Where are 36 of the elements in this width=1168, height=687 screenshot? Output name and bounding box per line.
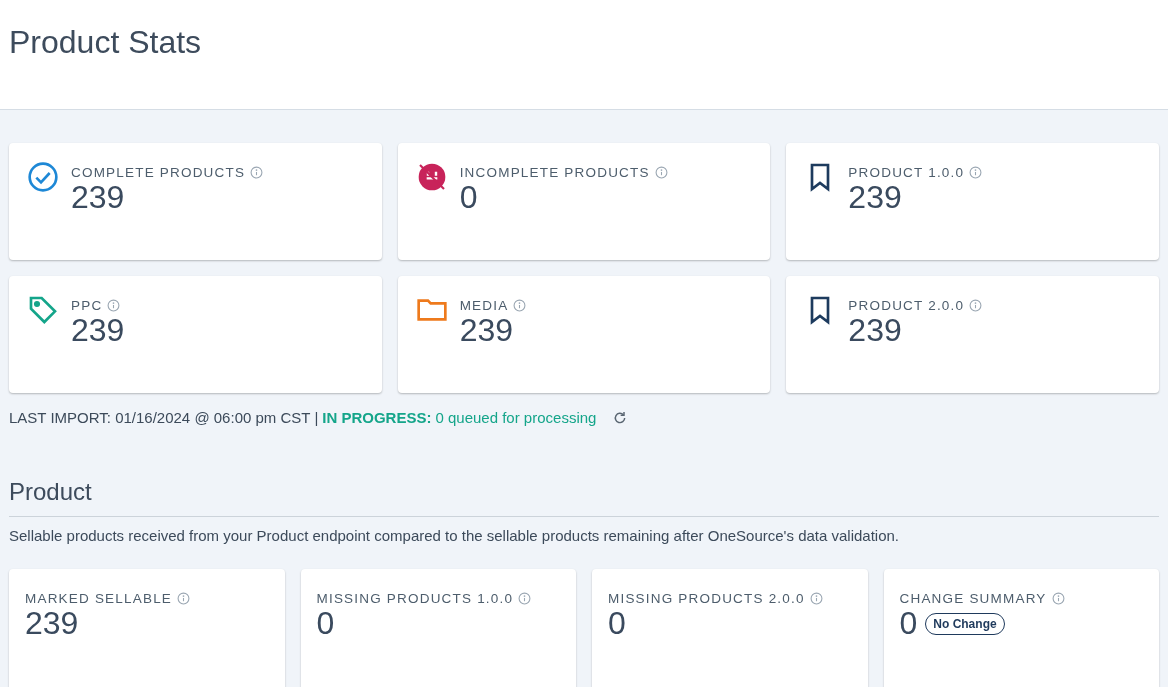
stat-value: 239 bbox=[848, 313, 903, 349]
summary-label: MARKED SELLABLE bbox=[25, 591, 173, 606]
page-title: Product Stats bbox=[9, 24, 202, 61]
info-icon[interactable] bbox=[969, 166, 983, 179]
info-icon[interactable] bbox=[1051, 592, 1065, 605]
summary-label: CHANGE SUMMARY bbox=[899, 591, 1047, 606]
summary-value: 239 bbox=[25, 606, 79, 642]
info-icon[interactable] bbox=[513, 299, 527, 312]
summary-label: MISSING PRODUCTS 2.0.0 bbox=[608, 591, 805, 606]
summary-label: MISSING PRODUCTS 1.0.0 bbox=[316, 591, 514, 606]
info-icon[interactable] bbox=[969, 299, 983, 312]
stat-label: PPC bbox=[71, 298, 103, 313]
section-description: Sellable products received from your Product endpoint compared to the sellable products remaining after OneSource's data validation. bbox=[9, 527, 901, 544]
info-icon[interactable] bbox=[654, 166, 668, 179]
info-icon[interactable] bbox=[809, 592, 823, 605]
stat-value: 239 bbox=[848, 180, 903, 216]
info-icon[interactable] bbox=[518, 592, 532, 605]
stat-value: 239 bbox=[459, 313, 515, 349]
last-import-text: LAST IMPORT: 01/16/2024 @ 06:00 pm CST | bbox=[9, 409, 319, 426]
stat-label: PRODUCT 2.0.0 bbox=[848, 298, 965, 313]
stat-label: INCOMPLETE PRODUCTS bbox=[459, 165, 650, 180]
info-icon[interactable] bbox=[250, 166, 264, 179]
info-icon[interactable] bbox=[177, 592, 191, 605]
stat-label: MEDIA bbox=[459, 298, 509, 313]
summary-value: 0 bbox=[899, 606, 918, 642]
stat-value: 239 bbox=[71, 313, 125, 349]
stat-value: 0 bbox=[459, 180, 479, 216]
section-title: Product bbox=[9, 478, 1159, 517]
status-text: 0 queued for processing bbox=[435, 409, 597, 426]
stat-label: PRODUCT 1.0.0 bbox=[848, 165, 965, 180]
summary-value: 0 bbox=[608, 606, 626, 642]
info-icon[interactable] bbox=[107, 299, 121, 312]
status-label: IN PROGRESS: bbox=[322, 409, 432, 426]
stat-label: COMPLETE PRODUCTS bbox=[71, 165, 246, 180]
summary-value: 0 bbox=[316, 606, 335, 642]
stat-value: 239 bbox=[71, 180, 126, 216]
